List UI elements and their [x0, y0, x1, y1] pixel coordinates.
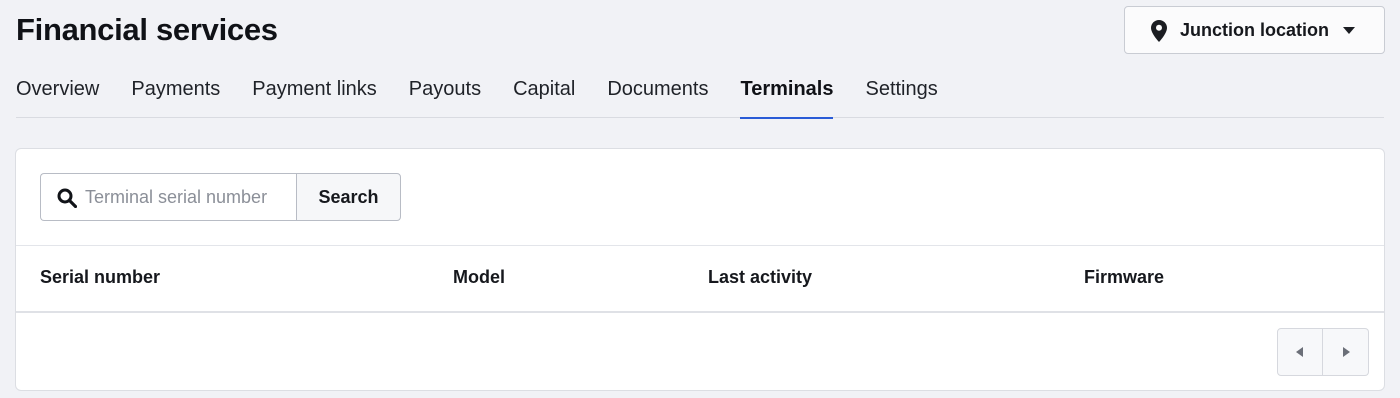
map-pin-icon [1151, 20, 1167, 42]
page: Financial services Junction location Ove… [0, 0, 1400, 398]
search-button[interactable]: Search [296, 173, 401, 221]
location-label: Junction location [1180, 20, 1330, 40]
previous-page-button[interactable] [1277, 328, 1323, 376]
tab-bar: Overview Payments Payment links Payouts … [16, 76, 1384, 119]
tab-overview[interactable]: Overview [16, 76, 99, 118]
table-header-divider [16, 311, 1384, 313]
caret-down-icon [1343, 27, 1355, 34]
table-header: Serial number Model Last activity Firmwa… [16, 246, 1384, 312]
tab-payouts[interactable]: Payouts [409, 76, 481, 118]
caret-right-icon [1342, 347, 1350, 357]
column-header-serial-number[interactable]: Serial number [40, 267, 160, 288]
column-header-model[interactable]: Model [453, 267, 505, 288]
search-field [40, 173, 296, 221]
tab-settings[interactable]: Settings [865, 76, 937, 118]
next-page-button[interactable] [1323, 328, 1369, 376]
caret-left-icon [1296, 347, 1303, 357]
location-selector-button[interactable]: Junction location [1124, 6, 1385, 54]
column-header-last-activity[interactable]: Last activity [708, 267, 812, 288]
pagination [1277, 328, 1370, 376]
tab-capital[interactable]: Capital [513, 76, 575, 118]
search-group: Search [40, 173, 401, 221]
terminals-card: Search Serial number Model Last activity… [15, 148, 1385, 391]
page-title: Financial services [16, 12, 278, 47]
column-header-firmware[interactable]: Firmware [1084, 267, 1164, 288]
search-icon [57, 188, 77, 208]
tab-payments[interactable]: Payments [131, 76, 220, 118]
tab-terminals[interactable]: Terminals [740, 76, 834, 119]
tab-documents[interactable]: Documents [607, 76, 708, 118]
tab-payment-links[interactable]: Payment links [252, 76, 377, 118]
search-input[interactable] [85, 174, 290, 220]
